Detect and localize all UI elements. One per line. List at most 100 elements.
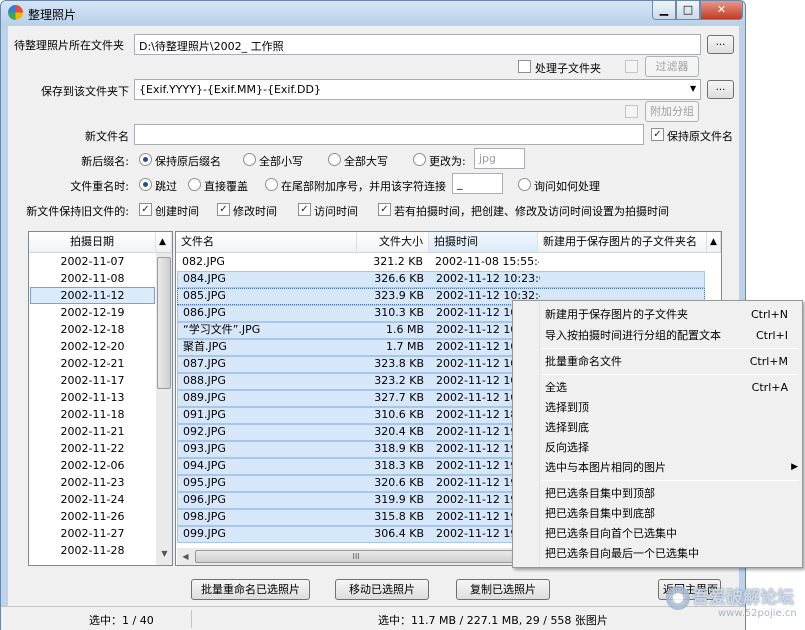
filter-checkbox[interactable] (625, 60, 638, 73)
rename-separator-input[interactable]: _ (452, 173, 503, 194)
ctx-select-to-bottom[interactable]: 选择到底 (515, 417, 800, 438)
file-row-selected[interactable]: 095.JPG 320.6 KB 2002-11-12 19:10 (177, 475, 521, 492)
file-row-selected[interactable]: 098.JPG 315.8 KB 2002-11-12 19:34 (177, 509, 521, 526)
ctx-gather-to-last[interactable]: 把已选条目向最后一个已选集中 (515, 543, 800, 564)
include-subfolders-checkbox[interactable] (518, 60, 531, 73)
ext-change-radio[interactable] (413, 153, 426, 166)
file-row-selected[interactable]: 096.JPG 319.9 KB 2002-11-12 19:21 (177, 492, 521, 509)
ctx-gather-to-bottom[interactable]: 把已选条目集中到底部 (515, 503, 800, 524)
use-shot-time-label: 若有拍摄时间，把创建、修改及访问时间设置为拍摄时间 (394, 205, 669, 218)
file-row-selected[interactable]: 084.JPG 326.6 KB 2002-11-12 10:23:09 (177, 271, 705, 288)
ext-keep-radio[interactable] (139, 153, 152, 166)
col-subfolder-header[interactable]: 新建用于保存图片的子文件夹名 (538, 232, 707, 253)
file-row-selected[interactable]: 聚首.JPG 1.7 MB 2002-11-12 10:40 (177, 339, 521, 356)
rename-append-radio[interactable] (265, 178, 278, 191)
chevron-down-icon[interactable]: ▼ (690, 84, 696, 93)
keep-created-checkbox[interactable]: ✓ (139, 203, 152, 216)
ext-lower-label: 全部小写 (259, 155, 303, 168)
copy-selected-button[interactable]: 复制已选照片 (456, 579, 550, 600)
date-row[interactable]: 2002-11-24 (30, 491, 155, 508)
col-size-header[interactable]: 文件大小 (357, 232, 429, 253)
file-shot-time: 2002-11-12 19:10 (436, 476, 520, 489)
extra-group-button[interactable]: 附加分组 (645, 101, 699, 122)
date-row[interactable]: 2002-11-07 (30, 253, 155, 270)
ctx-gather-to-top[interactable]: 把已选条目集中到顶部 (515, 483, 800, 504)
file-row-selected[interactable]: 088.JPG 323.2 KB 2002-11-12 10:54 (177, 373, 521, 390)
batch-rename-button[interactable]: 批量重命名已选照片 (191, 579, 310, 600)
minimize-button[interactable]: ▁ (652, 1, 676, 20)
keep-accessed-checkbox[interactable]: ✓ (298, 203, 311, 216)
file-row-selected[interactable]: 087.JPG 323.8 KB 2002-11-12 10:43 (177, 356, 521, 373)
ctx-select-to-top[interactable]: 选择到顶 (515, 397, 800, 418)
file-row-selected[interactable]: 093.JPG 318.9 KB 2002-11-12 19:09 (177, 441, 521, 458)
browse-source-button[interactable]: ... (707, 35, 734, 54)
rename-overwrite-radio[interactable] (188, 178, 201, 191)
file-row-selected[interactable]: 091.JPG 310.6 KB 2002-11-12 18:57 (177, 407, 521, 424)
extra-group-checkbox[interactable] (625, 105, 638, 118)
date-row[interactable]: 2002-11-21 (30, 423, 155, 440)
file-scroll-up-arrow-icon[interactable]: ▲ (707, 232, 721, 253)
col-shottime-label: 拍摄时间 (434, 235, 478, 248)
ctx-import-config[interactable]: 导入按拍摄时间进行分组的配置文本 Ctrl+I (515, 325, 800, 346)
date-row[interactable]: 2002-11-17 (30, 372, 155, 389)
date-row[interactable]: 2002-12-18 (30, 321, 155, 338)
ctx-gather-to-first[interactable]: 把已选条目向首个已选集中 (515, 523, 800, 544)
ctx-item-label: 把已选条目集中到顶部 (545, 487, 655, 500)
date-row[interactable]: 2002-11-27 (30, 525, 155, 542)
ctx-select-same-images[interactable]: 选中与本图片相同的图片 ▶ (515, 457, 800, 478)
date-row[interactable]: 2002-11-13 (30, 389, 155, 406)
file-list-hscroll-thumb[interactable]: III (195, 550, 517, 563)
date-row[interactable]: 2002-11-22 (30, 440, 155, 457)
dest-folder-combobox[interactable]: {Exif.YYYY}-{Exif.MM}-{Exif.DD} (134, 79, 701, 100)
move-selected-button[interactable]: 移动已选照片 (335, 579, 429, 600)
file-name: 088.JPG (183, 374, 226, 387)
date-column-header[interactable]: 拍摄日期 (29, 232, 156, 253)
date-list-scroll-thumb[interactable] (157, 257, 171, 389)
ext-lower-radio[interactable] (243, 153, 256, 166)
title-bar[interactable]: 整理照片 ▁ □ ✕ (1, 1, 745, 25)
date-row[interactable]: 2002-11-08 (30, 270, 155, 287)
rename-skip-radio[interactable] (139, 178, 152, 191)
file-row-selected[interactable]: 092.JPG 320.4 KB 2002-11-12 19:08 (177, 424, 521, 441)
scroll-left-arrow-icon[interactable]: ◀ (177, 552, 194, 561)
date-row[interactable]: 2002-12-21 (30, 355, 155, 372)
keep-original-name-checkbox[interactable]: ✓ (651, 128, 664, 141)
date-list-scrollbar[interactable]: ▼ (156, 253, 172, 565)
file-row-selected[interactable]: 089.JPG 327.7 KB 2002-11-12 10:58 (177, 390, 521, 407)
date-row[interactable]: 2002-11-28 (30, 542, 155, 559)
date-row[interactable]: 2002-12-20 (30, 338, 155, 355)
col-filename-header[interactable]: 文件名 (176, 232, 357, 253)
filter-button[interactable]: 过滤器 (645, 56, 699, 77)
ctx-select-all[interactable]: 全选 Ctrl+A (515, 377, 800, 398)
close-button[interactable]: ✕ (700, 1, 743, 20)
file-row-selected[interactable]: 086.JPG 310.3 KB 2002-11-12 10:33 (177, 305, 521, 322)
date-row[interactable]: 2002-11-23 (30, 474, 155, 491)
keep-modified-checkbox[interactable]: ✓ (217, 203, 230, 216)
maximize-button[interactable]: □ (676, 1, 700, 20)
browse-dest-button[interactable]: ... (707, 80, 734, 99)
source-folder-input[interactable]: D:\待整理照片\2002_ 工作照 (134, 34, 701, 55)
ctx-invert-selection[interactable]: 反向选择 (515, 437, 800, 458)
col-shottime-header[interactable]: 拍摄时间 ˄ (429, 232, 538, 253)
date-row[interactable]: 2002-11-26 (30, 508, 155, 525)
date-scroll-up-arrow-icon[interactable]: ▲ (156, 232, 172, 253)
date-row-selected[interactable]: 2002-11-12 (30, 287, 155, 304)
ctx-batch-rename[interactable]: 批量重命名文件 Ctrl+M (515, 351, 800, 372)
file-row-selected[interactable]: “学习文件”.JPG 1.6 MB 2002-11-12 10:40 (177, 322, 521, 339)
date-row[interactable]: 2002-11-18 (30, 406, 155, 423)
file-row[interactable]: 082.JPG 321.2 KB 2002-11-08 15:55:43 (177, 254, 705, 271)
ctx-separator (542, 348, 798, 349)
ctx-new-subfolder[interactable]: 新建用于保存图片的子文件夹 Ctrl+N (515, 304, 800, 325)
ext-value-input[interactable]: jpg (474, 148, 525, 169)
rename-ask-radio[interactable] (518, 178, 531, 191)
date-row[interactable]: 2002-12-19 (30, 304, 155, 321)
new-name-input[interactable] (134, 124, 644, 145)
file-row-selected[interactable]: 099.JPG 306.4 KB 2002-11-12 19:34 (177, 526, 521, 543)
use-shot-time-checkbox[interactable]: ✓ (378, 203, 391, 216)
rename-overwrite-label: 直接覆盖 (204, 180, 248, 193)
ext-upper-radio[interactable] (328, 153, 341, 166)
date-scroll-down-arrow-icon[interactable]: ▼ (156, 549, 172, 558)
date-row[interactable]: 2002-12-06 (30, 457, 155, 474)
file-list-hscrollbar[interactable]: ◀ III (177, 548, 520, 565)
file-row-selected[interactable]: 094.JPG 318.3 KB 2002-11-12 19:09 (177, 458, 521, 475)
